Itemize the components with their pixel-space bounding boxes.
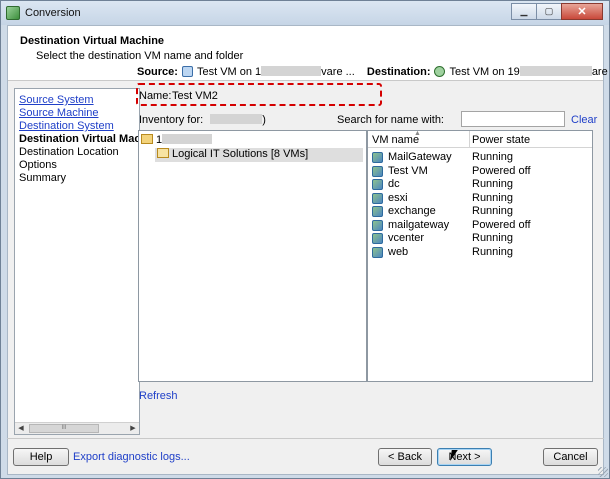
table-row[interactable]: dc Running xyxy=(368,178,592,191)
inventory-label-text: Inventory for: xyxy=(139,114,204,126)
refresh-link[interactable]: Refresh xyxy=(139,390,178,402)
back-button[interactable]: < Back xyxy=(378,448,432,466)
clear-search-link[interactable]: Clear xyxy=(571,114,597,126)
power-state-cell: Running xyxy=(472,191,513,204)
folder-icon xyxy=(157,148,169,158)
vm-icon xyxy=(372,165,383,177)
vm-name-cell: MailGateway xyxy=(388,151,452,163)
vm-icon xyxy=(372,233,383,244)
minimize-button[interactable]: ▁ xyxy=(511,3,537,20)
scroll-left-icon[interactable]: ◀ xyxy=(15,423,27,434)
redacted-text xyxy=(162,134,213,144)
vm-icon xyxy=(372,219,383,231)
datacenter-icon xyxy=(141,134,153,144)
source-suffix: vare ... xyxy=(321,66,355,78)
redacted-text xyxy=(261,66,322,76)
power-state-cell: Powered off xyxy=(472,218,531,231)
step-destination-location: Destination Location xyxy=(19,146,119,158)
step-options: Options xyxy=(19,159,57,171)
inventory-suffix: ) xyxy=(262,114,266,126)
resize-grip-icon[interactable] xyxy=(598,467,608,477)
column-header-vm-name[interactable]: VM name xyxy=(372,134,419,146)
redacted-text xyxy=(519,66,592,76)
destination-label: Destination: xyxy=(366,66,431,78)
destination-host-icon xyxy=(434,66,446,77)
steps-horizontal-scrollbar[interactable]: ◀ III ▶ xyxy=(15,422,139,434)
help-button[interactable]: Help xyxy=(13,448,69,466)
footer-divider xyxy=(7,438,604,439)
column-separator[interactable] xyxy=(469,131,470,148)
conversion-window: Conversion ▁ ▢ ✕ Destination Virtual Mac… xyxy=(0,0,610,479)
power-state-cell: Powered off xyxy=(472,164,531,177)
table-row[interactable]: mailgateway Powered off xyxy=(368,219,592,232)
page-subtitle: Select the destination VM name and folde… xyxy=(36,50,244,62)
table-row[interactable]: web Running xyxy=(368,246,592,259)
source-destination-summary: Source: Test VM on 1 vare ... Destination:… xyxy=(137,66,610,82)
table-row[interactable]: MailGateway Running xyxy=(368,151,592,164)
title-bar[interactable]: Conversion ▁ ▢ ✕ xyxy=(1,1,609,25)
search-name-input[interactable] xyxy=(461,111,565,127)
close-button[interactable]: ✕ xyxy=(561,3,603,20)
vm-name-cell: exchange xyxy=(388,205,436,217)
vm-name-cell: dc xyxy=(388,178,400,190)
vm-icon xyxy=(372,246,383,258)
vm-icon xyxy=(372,206,383,217)
cancel-button[interactable]: Cancel xyxy=(543,448,598,466)
scroll-right-icon[interactable]: ▶ xyxy=(127,423,139,434)
window-title: Conversion xyxy=(25,7,81,19)
destination-suffix: are ... xyxy=(591,66,610,78)
vm-table-header: ▲ VM name Power state xyxy=(368,130,592,148)
scrollbar-thumb[interactable]: III xyxy=(29,424,99,433)
power-state-cell: Running xyxy=(472,151,513,163)
vm-icon xyxy=(372,152,383,163)
maximize-button[interactable]: ▢ xyxy=(536,3,562,20)
search-label: Search for name with: xyxy=(337,114,444,126)
step-destination-system[interactable]: Destination System xyxy=(19,120,114,132)
vm-icon xyxy=(372,179,383,190)
table-row[interactable]: esxi Running xyxy=(368,192,592,205)
vm-name-cell: Test VM xyxy=(388,164,428,177)
vm-name-cell: web xyxy=(388,245,409,258)
redacted-text xyxy=(210,114,263,124)
vm-name-cell: mailgateway xyxy=(388,218,450,231)
inventory-tree: 1 Logical IT Solutions [8 VMs] xyxy=(138,130,367,382)
power-state-cell: Running xyxy=(472,245,513,258)
step-source-system[interactable]: Source System xyxy=(19,94,94,106)
tree-node-logical-it-solutions[interactable]: Logical IT Solutions [8 VMs] xyxy=(155,148,363,162)
table-row[interactable]: Test VM Powered off xyxy=(368,165,592,178)
table-row[interactable]: vcenter Running xyxy=(368,232,592,245)
power-state-cell: Running xyxy=(472,205,513,217)
name-highlight-annotation xyxy=(136,83,382,106)
step-destination-virtual-machine: Destination Virtual Machine xyxy=(19,133,140,145)
step-source-machine[interactable]: Source Machine xyxy=(19,107,99,119)
inventory-label: Inventory for: ) xyxy=(139,114,266,126)
vm-icon xyxy=(372,192,383,204)
wizard-steps-list: Source System Source Machine Destination… xyxy=(14,88,140,435)
destination-prefix: Test VM on 19 xyxy=(449,66,520,78)
tree-root-node[interactable]: 1 xyxy=(141,134,213,148)
power-state-cell: Running xyxy=(472,232,513,244)
vm-name-cell: vcenter xyxy=(388,232,425,244)
table-row[interactable]: exchange Running xyxy=(368,205,592,218)
vm-list-table: ▲ VM name Power state MailGateway Running… xyxy=(367,130,593,382)
tree-node-label: Logical IT Solutions [8 VMs] xyxy=(172,148,309,160)
source-prefix: Test VM on 1 xyxy=(196,66,262,78)
vm-name-cell: esxi xyxy=(388,191,408,204)
source-vm-icon xyxy=(181,66,193,77)
source-label: Source: xyxy=(137,66,178,78)
export-diagnostic-logs-link[interactable]: Export diagnostic logs... xyxy=(73,451,190,463)
window-controls: ▁ ▢ ✕ xyxy=(511,3,603,20)
next-button[interactable]: Next > xyxy=(437,448,492,466)
power-state-cell: Running xyxy=(472,178,513,190)
converter-app-icon xyxy=(6,6,20,20)
step-summary: Summary xyxy=(19,172,67,184)
page-title: Destination Virtual Machine xyxy=(20,35,165,47)
column-header-power-state[interactable]: Power state xyxy=(472,134,530,146)
